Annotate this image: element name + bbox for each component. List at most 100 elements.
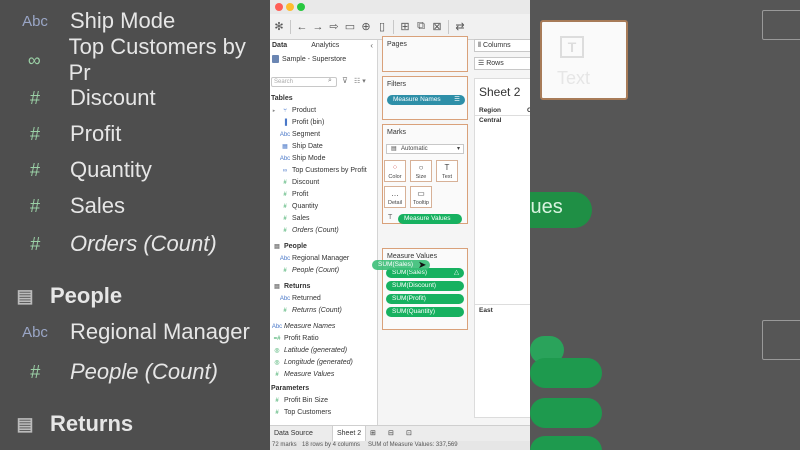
field-item[interactable]: ◎ Longitude (generated) [270, 357, 378, 368]
background-field-row: # Discount [0, 80, 156, 116]
field-label: Orders (Count) [292, 227, 339, 234]
clear-icon[interactable]: ⊠ [430, 20, 444, 33]
filter-pill-measure-names[interactable]: Measure Names ☰ [387, 95, 465, 105]
color-button[interactable]: ⁘ Color [384, 160, 406, 182]
marks-pill-label: Measure Values [404, 215, 451, 222]
field-item[interactable]: Abc Measure Names [270, 321, 378, 332]
field-item[interactable]: # Discount [270, 177, 378, 188]
detail-button[interactable]: … Detail [384, 186, 406, 208]
filters-title: Filters [387, 81, 407, 88]
field-type-icon: # [283, 267, 287, 274]
field-type-icon: # [283, 179, 287, 186]
field-item[interactable]: ▐ Profit (bin) [270, 117, 378, 128]
filters-card[interactable]: Filters Measure Names ☰ [382, 76, 468, 120]
filter-icon[interactable]: ⊽ [342, 76, 348, 85]
field-type-icon: # [283, 227, 287, 234]
background-field-icon: ▤ [16, 285, 34, 306]
save-icon[interactable]: ▭ [343, 20, 357, 33]
data-source-item[interactable]: Sample - Superstore [272, 55, 346, 63]
text-button[interactable]: T Text [436, 160, 458, 182]
field-item[interactable]: ∞ Top Customers by Profit [270, 165, 378, 176]
detail-icon: … [391, 189, 399, 198]
new-worksheet-icon[interactable]: ⊞ [366, 426, 380, 441]
field-item[interactable]: # Measure Values [270, 369, 378, 380]
duplicate-icon[interactable]: ⧉ [414, 20, 428, 33]
field-item[interactable]: Abc Returned [270, 293, 378, 304]
background-field-icon: # [29, 233, 40, 254]
columns-shelf[interactable]: ⦀ Columns [474, 39, 530, 52]
row-divider [475, 304, 530, 305]
background-text-card: T Text [540, 20, 628, 100]
new-story-icon[interactable]: ⊡ [402, 426, 416, 441]
field-item[interactable]: Abc Ship Mode [270, 153, 378, 164]
tableau-logo-icon[interactable]: ✻ [272, 20, 286, 33]
field-label: Measure Values [284, 371, 335, 378]
marks-pill-measure-values[interactable]: Measure Values [398, 214, 462, 224]
forward-icon[interactable]: → [311, 21, 325, 33]
field-item[interactable]: # Orders (Count) [270, 225, 378, 236]
measure-pill[interactable]: SUM(Discount) [386, 281, 464, 291]
pause-icon[interactable]: ▯ [375, 20, 389, 33]
background-field-icon: # [29, 159, 40, 180]
search-icon[interactable]: ⌕ [328, 77, 332, 85]
field-item[interactable]: =# Profit Ratio [270, 333, 378, 344]
background-zoom-right: T Text lues [530, 0, 800, 450]
tooltip-button[interactable]: ▭ Tooltip [410, 186, 432, 208]
measure-pill[interactable]: SUM(Quantity) [386, 307, 464, 317]
field-label: Sales [292, 215, 310, 222]
dragging-pill-label: SUM(Sales) [378, 261, 414, 268]
tab-data-source[interactable]: Data Source [270, 426, 317, 441]
collapse-pane-icon[interactable]: ‹ [370, 41, 373, 50]
header-c: C [527, 107, 530, 114]
close-window-button[interactable] [275, 3, 283, 11]
new-sheet-icon[interactable]: ⊞ [398, 20, 412, 33]
tab-analytics[interactable]: Analytics [293, 40, 345, 52]
tab-sheet-2[interactable]: Sheet 2 [332, 426, 367, 441]
field-item[interactable]: ▸ ⑂ Product [270, 105, 378, 116]
new-dashboard-icon[interactable]: ⊟ [384, 426, 398, 441]
tooltip-icon: ▭ [417, 189, 425, 198]
returns-header[interactable]: ▤ Returns [270, 281, 310, 292]
minimize-window-button[interactable] [286, 3, 294, 11]
people-header[interactable]: ▤ People [270, 241, 307, 252]
worksheet[interactable]: Sheet 2 Region C Central East [474, 78, 530, 418]
view-options-icon[interactable]: ☷ ▾ [354, 77, 366, 85]
swap-icon[interactable]: ⇄ [453, 20, 467, 33]
tab-data[interactable]: Data [270, 40, 293, 52]
color-button-label: Color [388, 174, 402, 180]
zoom-window-button[interactable] [297, 3, 305, 11]
background-zoom-left: Abc Ship Mode ∞ Top Customers by Pr # Discoun… [0, 0, 270, 450]
mark-type-select[interactable]: ▤ Automatic ▾ [386, 144, 464, 154]
measure-pill-label: SUM(Profit) [392, 295, 426, 302]
field-item[interactable]: ◎ Latitude (generated) [270, 345, 378, 356]
measure-pill[interactable]: SUM(Profit) [386, 294, 464, 304]
field-item[interactable]: Abc Segment [270, 129, 378, 140]
parameters-header[interactable]: Parameters [270, 383, 309, 394]
field-item[interactable]: Abc Regional Manager [270, 253, 378, 264]
field-item[interactable]: # Quantity [270, 201, 378, 212]
field-item[interactable]: # Profit Bin Size [270, 395, 378, 406]
pages-card[interactable]: Pages [382, 36, 468, 72]
field-label: Profit [292, 191, 309, 198]
back-icon[interactable]: ← [295, 21, 309, 33]
expand-caret-icon: ▸ [272, 107, 276, 114]
rows-shelf[interactable]: ☰ Rows [474, 57, 530, 70]
rows-label: Rows [486, 60, 504, 67]
background-field-label: Sales [70, 193, 126, 218]
rows-icon: ☰ [478, 60, 487, 67]
field-item[interactable]: # Returns (Count) [270, 305, 378, 316]
field-item[interactable]: # Profit [270, 189, 378, 200]
new-datasource-icon[interactable]: ⊕ [359, 20, 373, 33]
header-region: Region [479, 107, 502, 114]
tables-header[interactable]: Tables [270, 93, 293, 104]
field-item[interactable]: ▦ Ship Date [270, 141, 378, 152]
data-source-name: Sample - Superstore [282, 55, 347, 63]
field-item[interactable]: # People (Count) [270, 265, 378, 276]
field-item[interactable]: # Top Customers [270, 407, 378, 418]
redo-icon[interactable]: ⇨ [327, 20, 341, 33]
sheet-tabs-bar: Data Source Sheet 2 ⊞ ⊟ ⊡ [270, 425, 530, 441]
field-item[interactable]: # Sales [270, 213, 378, 224]
size-button[interactable]: ○ Size [410, 160, 432, 182]
detail-button-label: Detail [387, 200, 403, 206]
mark-type-value: Automatic [401, 146, 428, 152]
